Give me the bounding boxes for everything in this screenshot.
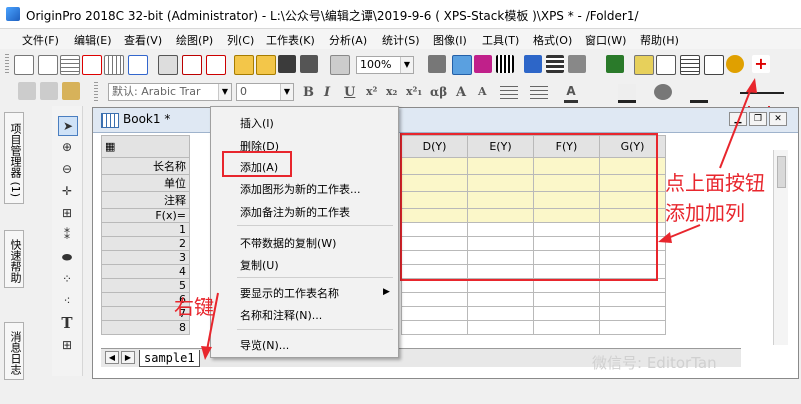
arrowhead-to-button-icon [746, 78, 757, 93]
watermark: 微信号: EditorTan [592, 354, 717, 372]
arrow-to-sheet-tab [206, 292, 219, 351]
arrowhead-to-sheet-tab-icon [201, 346, 212, 360]
annotation-arrows [201, 78, 757, 360]
arrowhead-to-columns-icon [658, 232, 672, 243]
arrow-to-columns [667, 224, 701, 239]
arrow-to-button [719, 85, 753, 169]
